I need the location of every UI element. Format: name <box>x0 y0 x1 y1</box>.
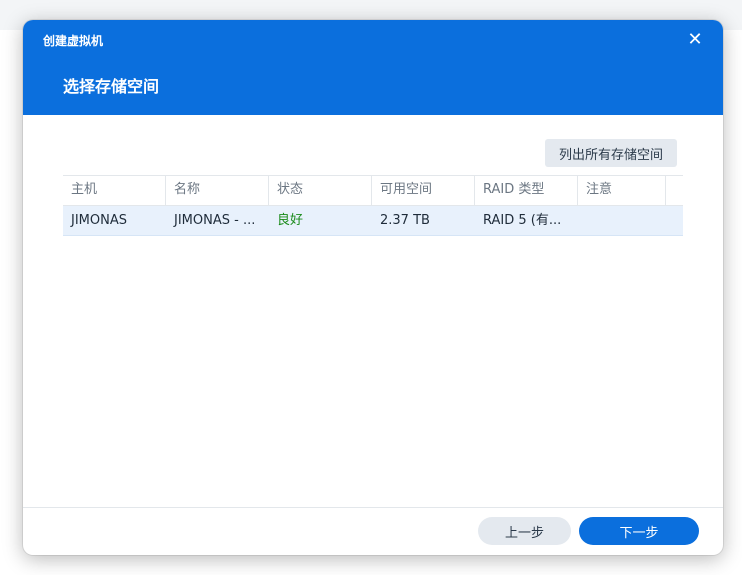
list-all-storage-button[interactable]: 列出所有存储空间 <box>545 139 677 167</box>
create-vm-dialog: 创建虚拟机 ✕ 选择存储空间 列出所有存储空间 主机 名称 状态 可用空间 RA… <box>23 20 723 555</box>
column-header-note[interactable]: 注意 <box>578 176 666 205</box>
close-icon[interactable]: ✕ <box>685 30 705 50</box>
cell-raid-type: RAID 5 (有... <box>483 213 562 228</box>
storage-table: 主机 名称 状态 可用空间 RAID 类型 注意 JIMONAS JIMONAS… <box>63 175 683 236</box>
table-header: 主机 名称 状态 可用空间 RAID 类型 注意 <box>63 176 683 206</box>
cell-free-space: 2.37 TB <box>380 213 430 228</box>
column-header-status[interactable]: 状态 <box>269 176 372 205</box>
window-title: 创建虚拟机 <box>43 34 104 48</box>
column-header-free-space[interactable]: 可用空间 <box>372 176 475 205</box>
column-header-name[interactable]: 名称 <box>166 176 269 205</box>
cell-filler <box>666 206 683 235</box>
footer-divider <box>23 507 723 508</box>
previous-button[interactable]: 上一步 <box>478 517 571 545</box>
column-header-raid-type[interactable]: RAID 类型 <box>475 176 578 205</box>
column-header-filler <box>666 176 683 205</box>
cell-status: 良好 <box>277 213 304 228</box>
column-header-host[interactable]: 主机 <box>63 176 166 205</box>
dialog-header: 创建虚拟机 ✕ 选择存储空间 <box>23 20 723 115</box>
table-row[interactable]: JIMONAS JIMONAS - ... 良好 2.37 TB RAID 5 … <box>63 206 683 236</box>
cell-note <box>578 206 666 235</box>
cell-host: JIMONAS <box>71 213 127 228</box>
cell-name: JIMONAS - ... <box>174 213 256 228</box>
next-button[interactable]: 下一步 <box>579 517 699 545</box>
step-title: 选择存储空间 <box>63 77 160 96</box>
